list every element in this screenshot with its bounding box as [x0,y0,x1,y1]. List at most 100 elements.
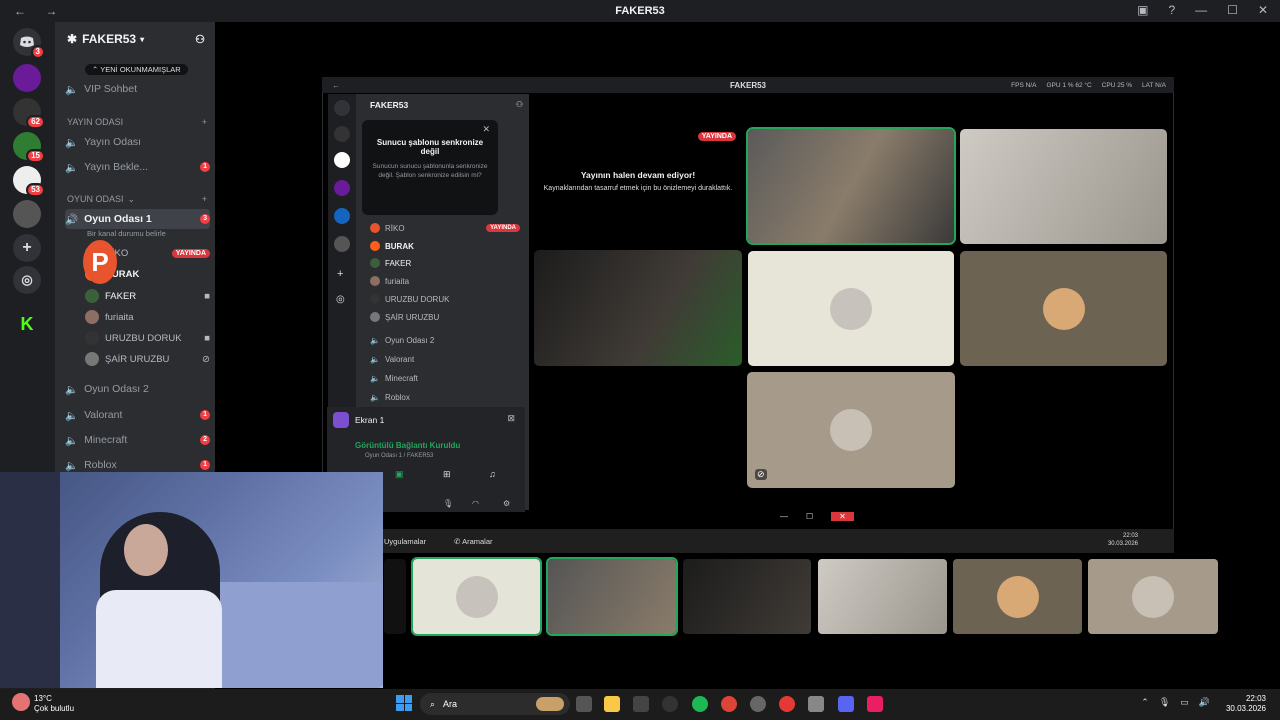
voice-user[interactable]: furiaita [85,308,210,326]
server-icon[interactable] [334,236,350,252]
channel-roblox[interactable]: 🔈 Roblox [370,389,520,405]
minimize-button[interactable]: — [780,512,788,521]
channel-yayin-bekle[interactable]: 🔈 Yayın Bekle... 1 [65,157,210,177]
calls-tab[interactable]: ✆ Aramalar [454,537,492,546]
display-icon[interactable]: ▭ [1180,697,1189,708]
invite-icon[interactable]: ⚇ [516,100,523,109]
server-icon[interactable] [13,64,41,92]
strip-tile[interactable] [953,559,1082,634]
share-screen-icon[interactable]: ▣ [395,469,404,480]
strip-tile[interactable] [384,559,406,634]
channel-valorant[interactable]: 🔈 Valorant [370,351,520,367]
maximize-button[interactable]: ☐ [806,512,813,521]
voice-user[interactable]: FAKER [370,255,520,271]
server-icon[interactable] [13,200,41,228]
live-badge: YAYINDA [697,132,736,141]
weather-icon[interactable] [12,693,30,711]
help-icon[interactable]: ? [1168,3,1175,17]
channel-valorant[interactable]: 🔈 Valorant 1 [65,405,210,425]
voice-user[interactable]: FAKER ■ [85,287,210,305]
activity-icon[interactable]: ⊞ [443,469,451,480]
voice-user[interactable]: furiaita [370,273,520,289]
file-explorer-icon[interactable] [604,696,620,712]
start-button[interactable] [396,695,412,711]
strip-tile[interactable] [1088,559,1218,634]
voice-user[interactable]: URUZBU DORUK [370,291,520,307]
server-name[interactable]: FAKER53 [370,100,408,110]
channel-minecraft[interactable]: 🔈 Minecraft [370,370,520,386]
strip-tile[interactable] [818,559,947,634]
strip-tile[interactable] [411,557,542,636]
maximize-button[interactable]: ☐ [1227,3,1238,17]
video-tile-avatar[interactable] [748,251,954,366]
server-icon[interactable] [334,126,350,142]
spotify-icon[interactable] [692,696,708,712]
explore-icon[interactable]: ◎ [336,294,345,305]
app-icon[interactable] [867,696,883,712]
server-header[interactable]: ✱ FAKER53 ▾ ⚇ [55,22,215,56]
headphones-icon[interactable]: ◠ [472,499,479,508]
voice-user[interactable]: URUZBU DORUK ■ [85,329,210,347]
strip-tile[interactable] [546,557,678,636]
gear-icon[interactable]: ⚙ [503,499,510,508]
app-icon[interactable] [808,696,824,712]
explore-icon[interactable]: ◎ [13,266,41,294]
add-server-icon[interactable]: + [13,234,41,262]
chevron-up-icon[interactable]: ⌃ [1141,697,1149,708]
voice-user[interactable]: BURAK [370,238,520,254]
app-icon[interactable] [779,696,795,712]
close-button[interactable]: ✕ [1258,3,1268,17]
inbox-icon[interactable]: ▣ [1137,3,1148,17]
soundboard-icon[interactable]: ♫ [489,469,496,479]
strip-tile[interactable] [683,559,811,634]
minimize-button[interactable]: — [1195,3,1207,17]
mic-icon[interactable]: 🎙 [1159,697,1170,708]
add-channel-icon[interactable]: + [202,194,207,205]
close-button[interactable]: ✕ [831,512,854,521]
volume-icon[interactable]: 🔊 [1199,697,1210,708]
close-icon[interactable]: ✕ [482,124,490,135]
server-icon[interactable]: 53 [13,166,45,197]
discord-icon[interactable] [838,696,854,712]
mic-icon[interactable]: 🎙 [443,499,453,508]
channel-oyun-odasi-2[interactable]: 🔈 Oyun Odası 2 [370,332,520,348]
search-box[interactable]: ⌕ Ara [420,693,570,715]
server-icon[interactable] [334,180,350,196]
live-badge: YAYINDA [171,248,210,258]
server-icon[interactable]: 15 [13,132,45,163]
video-tile-burak[interactable] [746,127,956,245]
voice-user[interactable]: RİKO YAYINDA [370,220,520,236]
weather-widget[interactable]: 13°C Çok bulutlu [34,694,74,714]
channel-minecraft[interactable]: 🔈 Minecraft 2 [65,430,210,450]
video-tile[interactable] [960,129,1167,244]
discord-home-icon[interactable]: 3 [13,28,45,59]
video-tile[interactable] [534,250,742,366]
apps-tab[interactable]: Uygulamalar [384,537,426,546]
channel-status-line[interactable]: Bir kanal durumu belirle [87,229,166,238]
add-server-icon[interactable]: + [337,268,343,280]
app-icon[interactable] [662,696,678,712]
voice-user[interactable]: ŞAİR URUZBU [370,309,520,325]
close-icon[interactable]: ⊠ [507,413,515,424]
server-icon[interactable] [334,208,350,224]
unread-pill[interactable]: ⌃ YENİ OKUNMAMIŞLAR [85,64,188,75]
chrome-icon[interactable] [721,696,737,712]
channel-oyun-odasi-1[interactable]: 🔊 Oyun Odası 1 3 [65,209,210,229]
system-clock[interactable]: 22:03 30.03.2026 [1226,694,1266,714]
voice-user[interactable]: ŞAİR URUZBU ⊘ [85,350,210,368]
discord-home-icon[interactable] [334,100,350,116]
channel-oyun-odasi-2[interactable]: 🔈 Oyun Odası 2 [65,379,210,399]
app-icon[interactable] [633,696,649,712]
taskview-icon[interactable] [576,696,592,712]
channel-yayin-odasi[interactable]: 🔈 Yayın Odası [65,132,210,152]
server-icon[interactable] [334,152,350,168]
video-tile-avatar[interactable]: ⊘ [747,372,955,488]
category-yayin[interactable]: Yayın Odası + [67,117,207,127]
category-oyun[interactable]: OYUN ODASI ⌄ + [67,194,207,205]
invite-icon[interactable]: ⚇ [195,33,205,46]
channel-vip[interactable]: 🔈 VIP Sohbet [65,79,210,99]
steam-icon[interactable] [750,696,766,712]
server-icon[interactable]: 62 [13,98,45,129]
video-tile-avatar[interactable] [960,251,1167,366]
add-channel-icon[interactable]: + [202,117,207,127]
